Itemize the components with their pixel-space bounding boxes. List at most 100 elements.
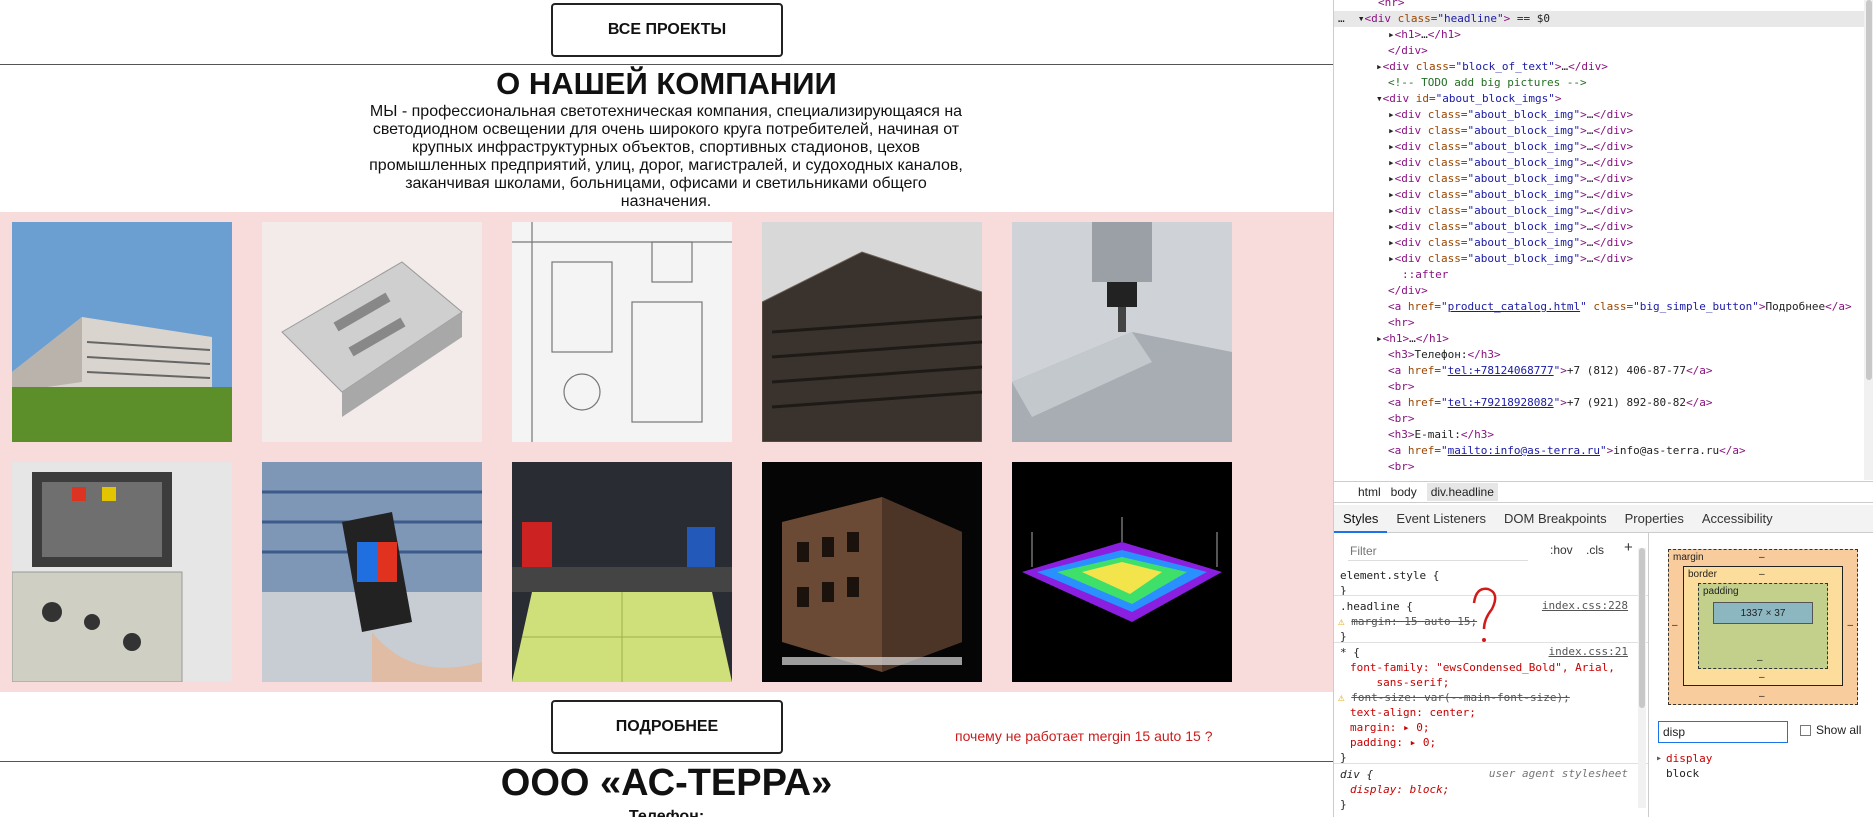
rule-close: } xyxy=(1340,798,1347,811)
show-all-label: Show all xyxy=(1816,723,1862,737)
dom-node[interactable]: ▸<div class="about_block_img">…</div> xyxy=(1334,123,1864,139)
phone-heading: Телефон: xyxy=(628,808,705,817)
dom-node[interactable]: ▸<div class="block_of_text">…</div> xyxy=(1334,59,1864,75)
dom-node[interactable]: ▸<div class="about_block_img">…</div> xyxy=(1334,155,1864,171)
element-style-rule[interactable]: element.style { xyxy=(1340,568,1439,583)
styles-pane: :hov .cls + element.style { } .headline … xyxy=(1334,533,1649,817)
dom-node[interactable]: <hr> xyxy=(1334,315,1864,331)
dom-node[interactable]: <br> xyxy=(1334,459,1864,475)
elements-tree[interactable]: <hr> … ▾<div class="headline"> == $0 ▸<h… xyxy=(1334,0,1873,480)
css-prop-display[interactable]: display: block; xyxy=(1350,782,1449,797)
css-prop-margin[interactable]: margin: ▸ 0; xyxy=(1350,720,1429,735)
dom-node[interactable]: <a href="tel:+78124068777">+7 (812) 406-… xyxy=(1334,363,1864,379)
about-line: заканчивая школами, больницами, офисами … xyxy=(405,175,927,192)
about-block-imgs xyxy=(0,212,1333,692)
dom-node[interactable]: <h3>Телефон:</h3> xyxy=(1334,347,1864,363)
factory-building-photo[interactable] xyxy=(12,222,232,442)
dom-node[interactable]: ▸<div class="about_block_img">…</div> xyxy=(1334,171,1864,187)
divider xyxy=(0,64,1333,65)
computed-prop-name[interactable]: display xyxy=(1666,752,1712,765)
about-line: назначения. xyxy=(620,193,712,210)
ice-arena-photo[interactable] xyxy=(512,462,732,682)
show-all-checkbox[interactable] xyxy=(1800,725,1811,736)
breadcrumb: html body div.headline xyxy=(1334,481,1873,503)
dom-node[interactable]: <a href="tel:+79218928082">+7 (921) 892-… xyxy=(1334,395,1864,411)
tab-properties[interactable]: Properties xyxy=(1616,505,1693,533)
warning-icon: ⚠ xyxy=(1338,691,1345,704)
dom-node[interactable]: ▾<div id="about_block_imgs"> xyxy=(1334,91,1864,107)
css-prop-text-align[interactable]: text-align: center; xyxy=(1350,705,1476,720)
dom-node[interactable]: <hr> xyxy=(1334,0,1864,11)
box-model-padding[interactable]: padding – 1337 × 37 xyxy=(1698,583,1828,669)
led-panel-module-photo[interactable] xyxy=(262,222,482,442)
dom-node[interactable]: ▸<div class="about_block_img">…</div> xyxy=(1334,251,1864,267)
lab-equipment-photo[interactable] xyxy=(12,462,232,682)
box-model-content[interactable]: 1337 × 37 xyxy=(1713,602,1813,624)
tab-event-listeners[interactable]: Event Listeners xyxy=(1387,505,1495,533)
dom-node[interactable]: <a href="mailto:info@as-terra.ru">info@a… xyxy=(1334,443,1864,459)
dom-node[interactable]: </div> xyxy=(1334,43,1864,59)
dom-node[interactable]: <br> xyxy=(1334,379,1864,395)
tab-dom-breakpoints[interactable]: DOM Breakpoints xyxy=(1495,505,1616,533)
dom-node[interactable]: ▸<h1>…</h1> xyxy=(1334,331,1864,347)
crumb-body[interactable]: body xyxy=(1391,485,1417,499)
star-selector[interactable]: * { xyxy=(1340,645,1360,660)
cnc-milling-photo[interactable] xyxy=(1012,222,1232,442)
technical-drawing-photo[interactable] xyxy=(512,222,732,442)
headline-source-link[interactable]: index.css:228 xyxy=(1542,599,1628,612)
dom-node-selected[interactable]: … ▾<div class="headline"> == $0 xyxy=(1334,11,1864,27)
company-heading: ООО «АС-ТЕРРА» xyxy=(500,762,833,804)
dom-node[interactable]: ▸<h1>…</h1> xyxy=(1334,27,1864,43)
css-prop-padding[interactable]: padding: ▸ 0; xyxy=(1350,735,1436,750)
computed-prop-value: block xyxy=(1666,767,1700,780)
hand-drawn-question-mark xyxy=(1472,587,1497,642)
dom-node[interactable]: <br> xyxy=(1334,411,1864,427)
dom-node[interactable]: ▸<div class="about_block_img">…</div> xyxy=(1334,187,1864,203)
all-projects-button[interactable]: ВСЕ ПРОЕКТЫ xyxy=(551,3,783,57)
styles-filter-input[interactable] xyxy=(1348,541,1528,561)
cls-toggle[interactable]: .cls xyxy=(1586,543,1604,557)
expand-arrow-icon[interactable]: ▸ xyxy=(1656,753,1662,764)
tab-styles[interactable]: Styles xyxy=(1334,505,1388,533)
stacked-led-modules-photo[interactable] xyxy=(762,222,982,442)
star-source-link[interactable]: index.css:21 xyxy=(1549,645,1628,658)
box-model-margin[interactable]: margin – – – – border – – padding – 1337… xyxy=(1668,549,1858,705)
css-prop-font-size[interactable]: ⚠ font-size: var(--main-font-size); xyxy=(1338,690,1570,705)
about-heading: О НАШЕЙ КОМПАНИИ xyxy=(496,66,837,101)
dom-node[interactable]: ▸<div class="about_block_img">…</div> xyxy=(1334,203,1864,219)
elements-scrollbar[interactable] xyxy=(1864,0,1873,480)
dom-node[interactable]: ▸<div class="about_block_img">…</div> xyxy=(1334,139,1864,155)
rule-divider xyxy=(1334,642,1648,643)
rule-divider xyxy=(1334,763,1648,764)
dom-node[interactable]: <h3>E-mail:</h3> xyxy=(1334,427,1864,443)
crumb-html[interactable]: html xyxy=(1358,485,1381,499)
styles-scrollbar[interactable] xyxy=(1638,548,1646,808)
illuminated-building-photo[interactable] xyxy=(762,462,982,682)
dom-node[interactable]: ▸<div class="about_block_img">…</div> xyxy=(1334,219,1864,235)
tab-accessibility[interactable]: Accessibility xyxy=(1693,505,1782,533)
question-note: почему не работает mergin 15 auto 15 ? xyxy=(955,728,1213,744)
hov-toggle[interactable]: :hov xyxy=(1550,543,1573,557)
crumb-headline[interactable]: div.headline xyxy=(1426,483,1498,501)
headline-margin-prop[interactable]: ⚠ margin: 15 auto 15; xyxy=(1338,614,1477,629)
dom-node[interactable]: ▸<div class="about_block_img">…</div> xyxy=(1334,235,1864,251)
add-rule-button[interactable]: + xyxy=(1624,539,1633,556)
about-line: промышленных предприятий, улиц, дорог, м… xyxy=(369,157,963,174)
div-selector[interactable]: div { xyxy=(1340,767,1373,782)
headline-selector[interactable]: .headline { xyxy=(1340,599,1413,614)
dom-node[interactable]: <a href="product_catalog.html" class="bi… xyxy=(1334,299,1864,315)
stadium-light-simulation-photo[interactable] xyxy=(1012,462,1232,682)
dom-node[interactable]: </div> xyxy=(1334,283,1864,299)
ua-stylesheet-label: user agent stylesheet xyxy=(1488,767,1628,780)
dom-node[interactable]: <!-- TODO add big pictures --> xyxy=(1334,75,1864,91)
computed-filter-input[interactable]: disp xyxy=(1658,721,1788,743)
about-line: МЫ - профессиональная светотехническая к… xyxy=(369,103,963,120)
more-button[interactable]: ПОДРОБНЕЕ xyxy=(551,700,783,754)
warning-icon: ⚠ xyxy=(1338,615,1345,628)
box-model-border[interactable]: border – – padding – 1337 × 37 xyxy=(1683,566,1843,686)
dom-node[interactable]: ::after xyxy=(1334,267,1864,283)
spectrometer-hand-photo[interactable] xyxy=(262,462,482,682)
dom-node[interactable]: ▸<div class="about_block_img">…</div> xyxy=(1334,107,1864,123)
css-prop-font-family[interactable]: font-family: "ewsCondensed_Bold", Arial, xyxy=(1350,660,1615,675)
about-line: светодиодном освещении для очень широког… xyxy=(372,121,960,138)
